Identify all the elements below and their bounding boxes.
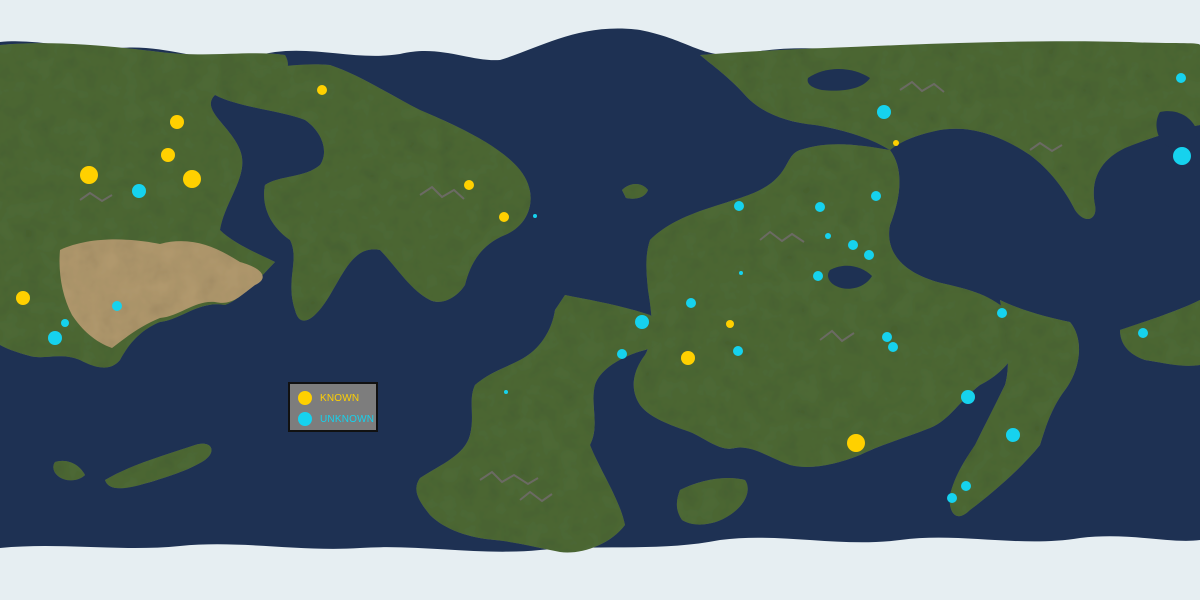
legend-unknown-label: UNKNOWN xyxy=(320,413,375,425)
unknown-marker[interactable] xyxy=(734,201,744,211)
unknown-marker[interactable] xyxy=(871,191,881,201)
map-canvas xyxy=(0,0,1200,600)
unknown-marker[interactable] xyxy=(848,240,858,250)
known-marker[interactable] xyxy=(847,434,865,452)
unknown-marker[interactable] xyxy=(739,271,743,275)
unknown-marker[interactable] xyxy=(825,233,831,239)
unknown-marker[interactable] xyxy=(815,202,825,212)
unknown-marker[interactable] xyxy=(61,319,69,327)
unknown-marker[interactable] xyxy=(112,301,122,311)
known-marker[interactable] xyxy=(183,170,201,188)
legend-unknown-row: UNKNOWN xyxy=(298,410,374,428)
unknown-marker[interactable] xyxy=(686,298,696,308)
unknown-marker[interactable] xyxy=(864,250,874,260)
unknown-dot-icon xyxy=(298,412,312,426)
unknown-marker[interactable] xyxy=(733,346,743,356)
known-marker[interactable] xyxy=(317,85,327,95)
world-map: KNOWN UNKNOWN xyxy=(0,0,1200,600)
known-marker[interactable] xyxy=(681,351,695,365)
known-marker[interactable] xyxy=(170,115,184,129)
unknown-marker[interactable] xyxy=(997,308,1007,318)
unknown-marker[interactable] xyxy=(132,184,146,198)
unknown-marker[interactable] xyxy=(533,214,537,218)
unknown-marker[interactable] xyxy=(888,342,898,352)
known-dot-icon xyxy=(298,391,312,405)
known-marker[interactable] xyxy=(80,166,98,184)
map-legend: KNOWN UNKNOWN xyxy=(288,382,378,432)
unknown-marker[interactable] xyxy=(1006,428,1020,442)
unknown-marker[interactable] xyxy=(1138,328,1148,338)
unknown-marker[interactable] xyxy=(961,481,971,491)
known-marker[interactable] xyxy=(499,212,509,222)
known-marker[interactable] xyxy=(893,140,899,146)
legend-known-label: KNOWN xyxy=(320,392,360,404)
known-marker[interactable] xyxy=(161,148,175,162)
unknown-marker[interactable] xyxy=(813,271,823,281)
known-marker[interactable] xyxy=(726,320,734,328)
unknown-marker[interactable] xyxy=(504,390,508,394)
unknown-marker[interactable] xyxy=(947,493,957,503)
unknown-marker[interactable] xyxy=(617,349,627,359)
legend-known-row: KNOWN xyxy=(298,389,359,407)
unknown-marker[interactable] xyxy=(882,332,892,342)
unknown-marker[interactable] xyxy=(48,331,62,345)
known-marker[interactable] xyxy=(464,180,474,190)
known-marker[interactable] xyxy=(16,291,30,305)
unknown-marker[interactable] xyxy=(961,390,975,404)
unknown-marker[interactable] xyxy=(1176,73,1186,83)
unknown-marker[interactable] xyxy=(877,105,891,119)
unknown-marker[interactable] xyxy=(635,315,649,329)
unknown-marker[interactable] xyxy=(1173,147,1191,165)
